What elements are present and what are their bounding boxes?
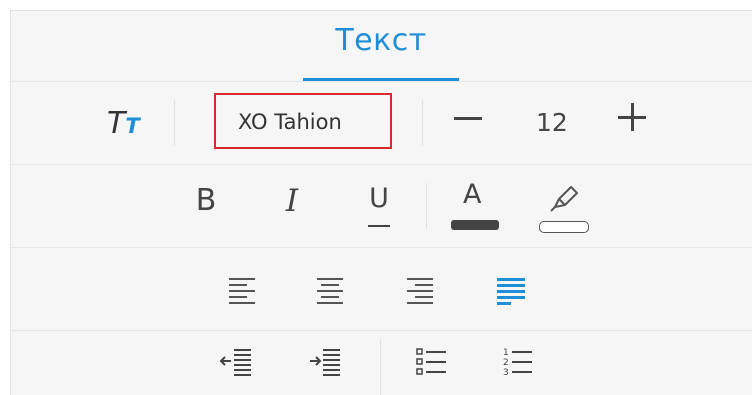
divider: [174, 100, 175, 146]
italic-button[interactable]: I: [269, 183, 315, 229]
font-name-selector[interactable]: XO Tahion: [214, 93, 392, 149]
align-right-icon[interactable]: [407, 276, 437, 306]
tab-text-label: Текст: [335, 23, 427, 58]
number-marker-1: 1: [503, 348, 509, 358]
number-list-glyph: 1 2 3: [503, 348, 532, 378]
indent-increase-icon[interactable]: [306, 341, 346, 381]
tab-text[interactable]: Текст: [303, 11, 459, 81]
font-color-button[interactable]: A: [449, 177, 501, 235]
font-row: TT XO Tahion 12: [11, 82, 752, 165]
bold-button[interactable]: B: [183, 183, 229, 229]
plus-icon[interactable]: [615, 100, 649, 134]
divider: [426, 183, 427, 229]
arrow-right-icon: [310, 349, 340, 376]
arrow-left-icon: [219, 349, 251, 376]
highlight-swatch: [539, 221, 589, 233]
bold-label: B: [195, 183, 217, 218]
text-style-big: T: [107, 106, 126, 141]
number-marker-3: 3: [503, 368, 509, 378]
tab-bar: Текст: [11, 11, 752, 82]
font-color-swatch: [451, 220, 499, 230]
bulleted-list-icon[interactable]: [413, 341, 453, 381]
align-center-icon[interactable]: [317, 276, 347, 306]
highlighter-icon: [550, 186, 578, 212]
text-format-panel: Текст TT XO Tahion 12 B I U A 1 2 3: [10, 10, 752, 395]
font-size-value: 12: [536, 108, 568, 137]
underline-label: U: [369, 183, 389, 214]
underline-mark: [368, 225, 390, 227]
divider: [422, 100, 423, 146]
bullet-list-glyph: [416, 348, 446, 375]
minus-icon[interactable]: [451, 100, 485, 134]
indent-decrease-icon[interactable]: [217, 341, 257, 381]
numbered-list-icon[interactable]: 1 2 3: [499, 341, 539, 381]
divider: [380, 339, 381, 395]
font-color-letter: A: [463, 179, 482, 210]
align-left-icon[interactable]: [229, 276, 259, 306]
highlight-button[interactable]: [537, 177, 591, 235]
format-row: B I U A: [11, 165, 752, 248]
list-row: 1 2 3: [11, 331, 752, 395]
italic-label: I: [285, 183, 299, 219]
text-style-icon[interactable]: TT: [107, 106, 155, 142]
tab-active-indicator: [303, 78, 459, 81]
font-name-value: XO Tahion: [238, 110, 342, 134]
number-marker-2: 2: [503, 358, 509, 368]
text-style-small: T: [125, 114, 140, 138]
align-justify-icon[interactable]: [497, 276, 527, 306]
alignment-row: [11, 248, 752, 331]
underline-button[interactable]: U: [356, 183, 402, 229]
